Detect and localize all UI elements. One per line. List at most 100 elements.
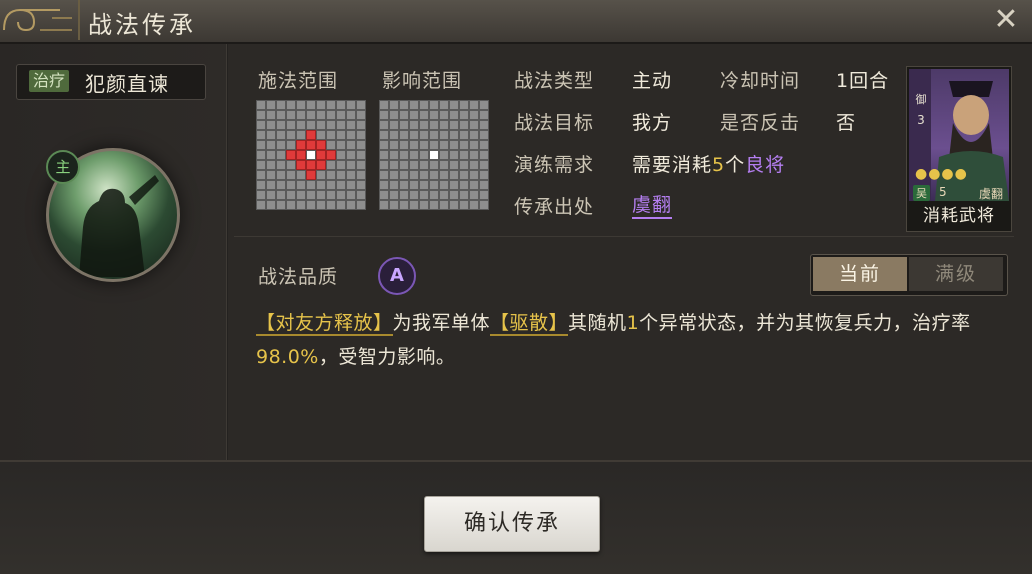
- grid-cell: [479, 160, 489, 170]
- source-general-link[interactable]: 虞翻: [632, 190, 673, 219]
- general-cost: 5: [939, 185, 947, 199]
- grid-cell: [276, 150, 286, 160]
- grid-cell: [419, 170, 429, 180]
- grid-cell: [449, 110, 459, 120]
- grid-cell: [256, 200, 266, 210]
- grid-cell: [389, 140, 399, 150]
- tab-max-level[interactable]: 满级: [909, 257, 1003, 291]
- grid-cell: [439, 110, 449, 120]
- grid-cell: [469, 140, 479, 150]
- grid-cell: [409, 190, 419, 200]
- grid-cell: [449, 190, 459, 200]
- grid-cell: [356, 170, 366, 180]
- grid-cell: [459, 140, 469, 150]
- grid-cell: [389, 160, 399, 170]
- grid-cell: [326, 110, 336, 120]
- grid-cell: [479, 190, 489, 200]
- grid-cell: [306, 170, 316, 180]
- grid-cell: [459, 120, 469, 130]
- grid-cell: [389, 190, 399, 200]
- figure-silhouette-icon: [79, 175, 159, 277]
- grid-cell: [336, 110, 346, 120]
- grid-cell: [479, 170, 489, 180]
- confirm-inherit-button[interactable]: 确认传承: [424, 496, 600, 552]
- grid-cell: [306, 120, 316, 130]
- grid-cell: [316, 170, 326, 180]
- grid-cell: [459, 100, 469, 110]
- grid-cell: [346, 100, 356, 110]
- desc-number-1: 1: [626, 312, 640, 334]
- grid-cell: [316, 150, 326, 160]
- grid-cell: [429, 190, 439, 200]
- grid-cell: [356, 150, 366, 160]
- grid-cell: [326, 140, 336, 150]
- active-skill-badge: 主: [46, 150, 80, 184]
- grid-cell: [336, 140, 346, 150]
- grid-cell: [256, 160, 266, 170]
- grid-cell: [356, 120, 366, 130]
- general-kingdom: 吴: [913, 185, 930, 201]
- grid-cell: [439, 190, 449, 200]
- grid-cell: [439, 100, 449, 110]
- grid-cell: [389, 100, 399, 110]
- grid-cell: [409, 110, 419, 120]
- level-toggle: 当前 满级: [810, 254, 1008, 296]
- grid-cell: [276, 120, 286, 130]
- grid-cell: [276, 140, 286, 150]
- grid-cell: [326, 130, 336, 140]
- grid-cell: [469, 190, 479, 200]
- close-button[interactable]: ✕: [990, 4, 1022, 36]
- skill-quality-label: 战法品质: [258, 266, 339, 288]
- grid-cell: [399, 160, 409, 170]
- grid-cell: [306, 110, 316, 120]
- skill-target-label: 战法目标: [514, 112, 595, 134]
- desc-heal-rate: 98.0%: [256, 346, 319, 368]
- grid-cell: [336, 190, 346, 200]
- grid-cell: [439, 170, 449, 180]
- grid-cell: [296, 100, 306, 110]
- requirement-label: 演练需求: [514, 154, 595, 176]
- grid-cell: [449, 180, 459, 190]
- grid-cell: [409, 170, 419, 180]
- grid-cell: [326, 200, 336, 210]
- grid-cell: [409, 140, 419, 150]
- grid-cell: [306, 130, 316, 140]
- grid-cell: [256, 140, 266, 150]
- grid-cell: [256, 180, 266, 190]
- grid-cell: [266, 180, 276, 190]
- grid-cell: [439, 120, 449, 130]
- grid-cell: [316, 190, 326, 200]
- grid-cell: [256, 170, 266, 180]
- cooldown-label: 冷却时间: [720, 70, 801, 92]
- grid-cell: [449, 120, 459, 130]
- grid-cell: [326, 180, 336, 190]
- grid-cell: [479, 180, 489, 190]
- section-divider: [234, 236, 1014, 237]
- cooldown-value: 1回合: [836, 70, 890, 92]
- skill-type-label: 战法类型: [514, 70, 595, 92]
- grid-cell: [346, 110, 356, 120]
- grid-cell: [449, 140, 459, 150]
- grid-cell: [469, 180, 479, 190]
- grid-cell: [356, 190, 366, 200]
- grid-cell: [469, 110, 479, 120]
- grid-cell: [379, 170, 389, 180]
- grid-cell: [276, 110, 286, 120]
- skill-name: 犯颜直谏: [85, 72, 169, 96]
- grid-cell: [296, 110, 306, 120]
- consume-general-card[interactable]: 御 3 ●●●● 吴 5 虞翻 消耗武将: [906, 66, 1012, 232]
- grid-cell: [276, 190, 286, 200]
- grid-cell: [449, 100, 459, 110]
- grid-cell: [409, 200, 419, 210]
- grid-cell: [346, 200, 356, 210]
- skill-description: 【对友方释放】为我军单体【驱散】其随机1个异常状态，并为其恢复兵力，治疗率 98.…: [256, 306, 1016, 374]
- grid-cell: [296, 160, 306, 170]
- grid-cell: [419, 140, 429, 150]
- grid-cell: [286, 110, 296, 120]
- close-icon: ✕: [993, 2, 1019, 37]
- grid-cell: [316, 130, 326, 140]
- grid-cell: [439, 160, 449, 170]
- grid-cell: [346, 150, 356, 160]
- tab-current[interactable]: 当前: [813, 257, 907, 291]
- grid-cell: [389, 150, 399, 160]
